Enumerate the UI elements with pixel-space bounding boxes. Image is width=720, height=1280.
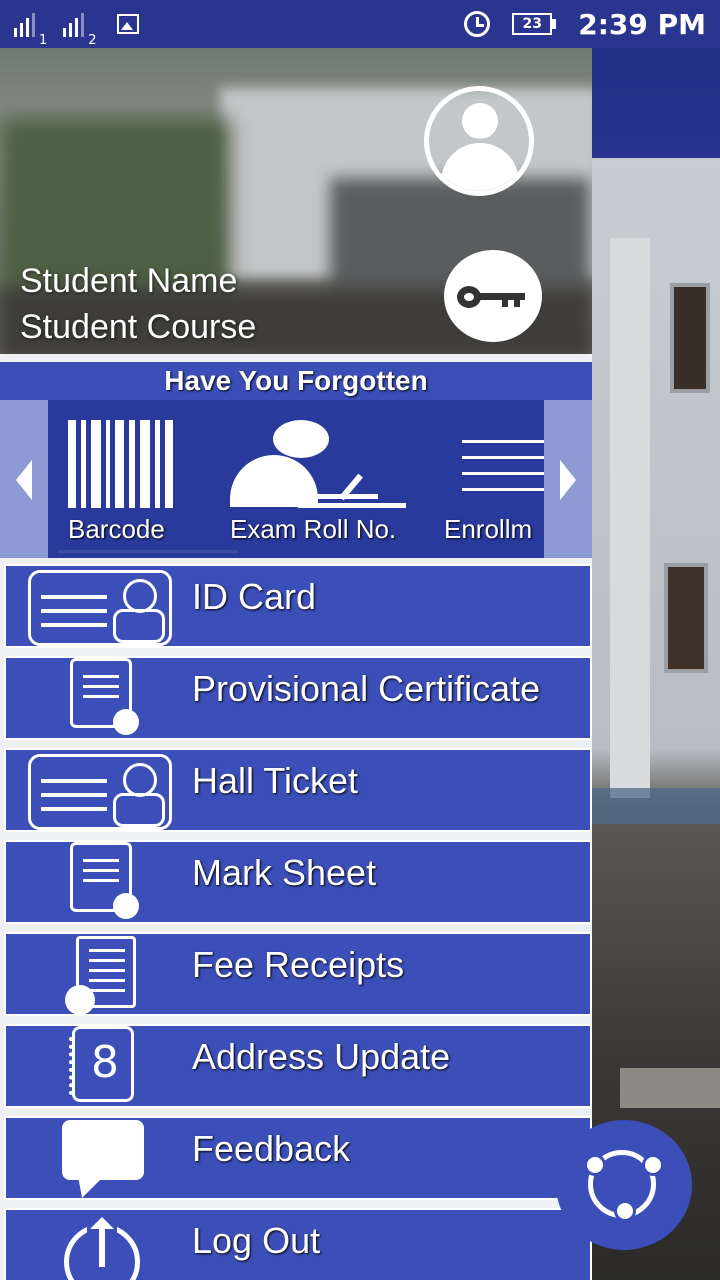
- sim1-label: 1: [39, 33, 48, 48]
- menu-item-label: Feedback: [192, 1128, 351, 1169]
- status-bar: 1 2 23 2:39 PM: [0, 0, 720, 48]
- carousel-track[interactable]: Barcode Exam Roll No. Enrollm: [48, 400, 544, 558]
- address-book-icon: 8: [69, 1026, 134, 1102]
- forgot-carousel: Barcode Exam Roll No. Enrollm: [0, 400, 592, 558]
- chevron-left-icon: [16, 460, 32, 500]
- menu-item-address-update[interactable]: 8 Address Update: [4, 1024, 592, 1108]
- signal-icon: [14, 11, 35, 37]
- menu-item-id-card[interactable]: ID Card: [4, 564, 592, 648]
- battery-icon: 23: [512, 13, 557, 35]
- menu-item-label: Address Update: [192, 1036, 451, 1077]
- drawer-menu: ID Card Provisional Certificate Hall Tic…: [0, 564, 592, 1280]
- menu-item-feedback[interactable]: Feedback: [4, 1116, 592, 1200]
- menu-item-fee-receipts[interactable]: Fee Receipts: [4, 932, 592, 1016]
- carousel-prev-button[interactable]: [0, 400, 48, 558]
- navigation-drawer: Student Name Student Course Have You For…: [0, 48, 592, 1280]
- menu-item-label: ID Card: [192, 576, 317, 617]
- menu-item-label: Fee Receipts: [192, 944, 405, 985]
- clock: 2:39 PM: [578, 7, 706, 41]
- background-building-image: [592, 48, 720, 1280]
- id-card-icon: [28, 570, 172, 646]
- battery-level: 23: [512, 13, 553, 35]
- student-info: Student Name Student Course: [20, 258, 256, 350]
- share-fab-button[interactable]: [556, 1120, 692, 1250]
- menu-item-label: Hall Ticket: [192, 760, 359, 801]
- id-card-icon: [28, 754, 172, 830]
- certificate-icon: [70, 658, 139, 735]
- avatar-icon[interactable]: [424, 86, 534, 196]
- chevron-right-icon: [560, 460, 576, 500]
- carousel-indicator: [58, 550, 238, 553]
- carousel-next-button[interactable]: [544, 400, 592, 558]
- certificate-icon: [70, 842, 139, 919]
- alarm-icon: [464, 11, 491, 37]
- menu-item-label: Log Out: [192, 1220, 321, 1261]
- drawer-header: Student Name Student Course: [0, 48, 592, 354]
- sim2-label: 2: [88, 33, 97, 48]
- chat-bubble-icon: [62, 1120, 144, 1198]
- key-icon[interactable]: [444, 250, 542, 342]
- carousel-item-enrollment[interactable]: Enrollm: [48, 400, 544, 558]
- carousel-item-label: Enrollm: [444, 514, 533, 544]
- student-name: Student Name: [20, 262, 238, 300]
- receipt-icon: [65, 936, 136, 1015]
- forgot-title: Have You Forgotten: [0, 362, 592, 400]
- menu-item-hall-ticket[interactable]: Hall Ticket: [4, 748, 592, 832]
- menu-item-provisional-certificate[interactable]: Provisional Certificate: [4, 656, 592, 740]
- student-course: Student Course: [20, 308, 257, 346]
- menu-item-label: Provisional Certificate: [192, 668, 541, 709]
- gallery-icon: [116, 14, 139, 34]
- menu-item-log-out[interactable]: Log Out: [4, 1208, 592, 1280]
- menu-item-label: Mark Sheet: [192, 852, 377, 893]
- menu-item-mark-sheet[interactable]: Mark Sheet: [4, 840, 592, 924]
- power-icon: [64, 1217, 140, 1280]
- signal-icon: [63, 11, 85, 37]
- enrollment-lines-icon: [462, 440, 544, 504]
